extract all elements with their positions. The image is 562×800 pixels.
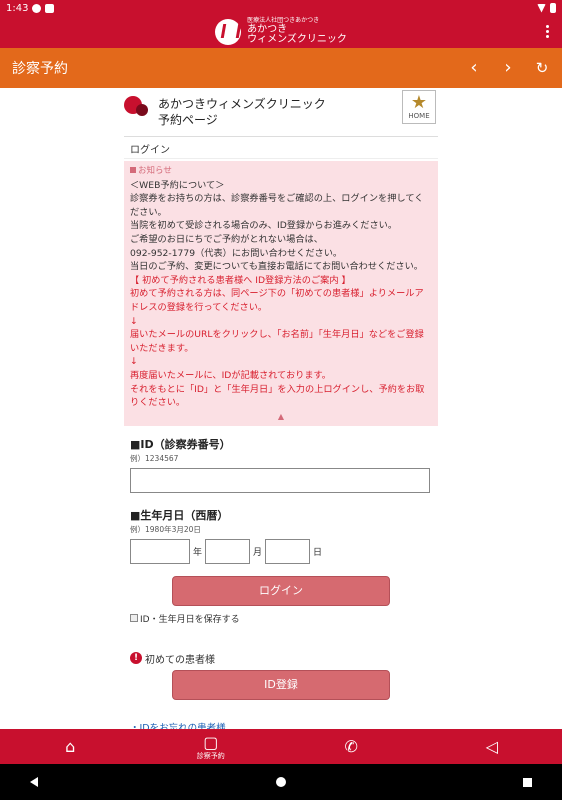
clinic-brand: 医療法人社団つきあかつき あかつき ウィメンズクリニック bbox=[247, 18, 347, 45]
forgot-id-link[interactable]: ・IDをお忘れの患者様 bbox=[130, 720, 432, 729]
notice-line: 診察券をお持ちの方は、診察券番号をご確認の上、ログインを押してください。 bbox=[130, 193, 424, 218]
id-input[interactable] bbox=[130, 467, 430, 493]
page-title: 診察予約 bbox=[12, 61, 68, 77]
system-recents-icon[interactable] bbox=[523, 777, 532, 787]
clinic-logo-icon bbox=[215, 19, 242, 45]
site-title-line1: あかつきウィメンズクリニック bbox=[158, 97, 326, 111]
battery-icon bbox=[550, 3, 556, 13]
page-toolbar: 診察予約 ‹ › ↻ bbox=[0, 48, 562, 88]
dob-day-input[interactable] bbox=[265, 538, 311, 564]
home-label: HOME bbox=[408, 112, 430, 120]
back-icon[interactable]: ‹ bbox=[466, 59, 482, 77]
notice-heading: お知らせ bbox=[130, 165, 432, 179]
site-header: あかつきウィメンズクリニック 予約ページ ★ HOME bbox=[124, 88, 438, 136]
system-home-icon[interactable] bbox=[275, 777, 286, 787]
megaphone-icon: ◁ bbox=[485, 736, 498, 756]
notice-red-line: ↓ bbox=[130, 356, 138, 368]
system-back-icon[interactable] bbox=[30, 777, 38, 787]
forward-icon[interactable]: › bbox=[500, 59, 516, 77]
dob-label: ■生年月日（西暦） bbox=[130, 508, 229, 522]
site-title: あかつきウィメンズクリニック 予約ページ bbox=[158, 96, 326, 128]
notice-red-line: 【 初めて予約される患者様へ ID登録方法のご案内 】 bbox=[130, 274, 351, 286]
year-unit: 年 bbox=[193, 547, 203, 558]
star-icon: ★ bbox=[410, 92, 428, 113]
notice-line: 当院を初めて受診される場合のみ、ID登録からお進みください。 bbox=[130, 220, 398, 232]
dob-month-input[interactable] bbox=[205, 538, 251, 564]
notice-line: ＜WEB予約について＞ bbox=[130, 179, 225, 191]
brand-name-line2: ウィメンズクリニック bbox=[247, 34, 347, 46]
more-options-icon[interactable] bbox=[546, 25, 550, 39]
site-title-line2: 予約ページ bbox=[158, 113, 218, 127]
collapse-arrow-icon[interactable]: ▲ bbox=[130, 410, 432, 422]
notice-line: ご希望のお日にちでご予約がとれない場合は、 bbox=[130, 233, 323, 245]
month-unit: 月 bbox=[253, 547, 263, 558]
tab-announcements[interactable]: ◁ bbox=[462, 736, 522, 756]
notice-red-line: ↓ bbox=[130, 315, 138, 327]
bottom-tab-bar: ⌂ ▢ 診察予約 ✆ ◁ bbox=[0, 729, 562, 764]
system-nav-bar bbox=[0, 764, 562, 800]
site-logo-icon bbox=[124, 96, 150, 118]
login-button[interactable]: ログイン bbox=[172, 575, 390, 606]
status-bar: 1:43 bbox=[0, 0, 562, 16]
login-form: ■ID（診察券番号） 例）1234567 ■生年月日（西暦） 例）1980年3月… bbox=[124, 426, 438, 729]
first-visit-label: 初めての患者様 bbox=[145, 654, 215, 666]
phone-icon: ✆ bbox=[344, 736, 358, 756]
save-checkbox[interactable] bbox=[130, 614, 138, 623]
save-credentials-row[interactable]: ID・生年月日を保存する bbox=[130, 612, 432, 625]
tab-phone[interactable]: ✆ bbox=[321, 736, 381, 756]
dob-year-input[interactable] bbox=[130, 538, 190, 564]
sim-icon bbox=[45, 3, 55, 13]
tab-home[interactable]: ⌂ bbox=[40, 736, 100, 756]
id-register-button[interactable]: ID登録 bbox=[172, 669, 390, 700]
dob-row: 年 月 日 bbox=[130, 538, 432, 564]
home-button[interactable]: ★ HOME bbox=[402, 90, 436, 124]
notice-red-line: それをもとに「ID」と「生年月日」を入力の上ログインし、予約をお取りください。 bbox=[130, 383, 425, 409]
notification-icon bbox=[32, 3, 42, 13]
notice-red-line: 初めて予約される方は、同ページ下の「初めての患者様」よりメールアドレスの登録を行… bbox=[130, 288, 424, 313]
tab-reservation[interactable]: ▢ 診察予約 bbox=[181, 732, 241, 760]
notice-red-line: 届いたメールのURLをクリックし、「お名前」「生年月日」などをご登録いただきます… bbox=[130, 329, 424, 354]
section-label-login: ログイン bbox=[124, 136, 438, 159]
id-label: ■ID（診察券番号） bbox=[130, 437, 231, 451]
exclamation-icon: ! bbox=[130, 652, 142, 665]
notice-box: お知らせ ＜WEB予約について＞ 診察券をお持ちの方は、診察券番号をご確認の上、… bbox=[124, 161, 438, 426]
tab-reservation-label: 診察予約 bbox=[196, 751, 225, 760]
dob-example: 例）1980年3月20日 bbox=[130, 524, 201, 534]
day-unit: 日 bbox=[313, 547, 323, 558]
reservation-icon: ▢ bbox=[203, 732, 219, 752]
save-label: ID・生年月日を保存する bbox=[140, 614, 240, 625]
status-time: 1:43 bbox=[6, 2, 29, 14]
reload-icon[interactable]: ↻ bbox=[534, 60, 550, 76]
web-content: あかつきウィメンズクリニック 予約ページ ★ HOME ログイン お知らせ ＜W… bbox=[124, 88, 438, 729]
notice-phone-line: 092-952-1779（代表）にお問い合わせください。 bbox=[130, 247, 343, 259]
first-visit-heading: ! 初めての患者様 bbox=[130, 651, 432, 666]
notice-line: 当日のご予約、変更についても直接お電話にてお問い合わせください。 bbox=[130, 261, 423, 273]
notice-red-line: 再度届いたメールに、IDが記載されております。 bbox=[130, 369, 331, 381]
wifi-icon bbox=[537, 3, 546, 13]
home-icon: ⌂ bbox=[65, 736, 76, 756]
id-example: 例）1234567 bbox=[130, 453, 179, 463]
app-header: 医療法人社団つきあかつき あかつき ウィメンズクリニック bbox=[0, 16, 562, 48]
